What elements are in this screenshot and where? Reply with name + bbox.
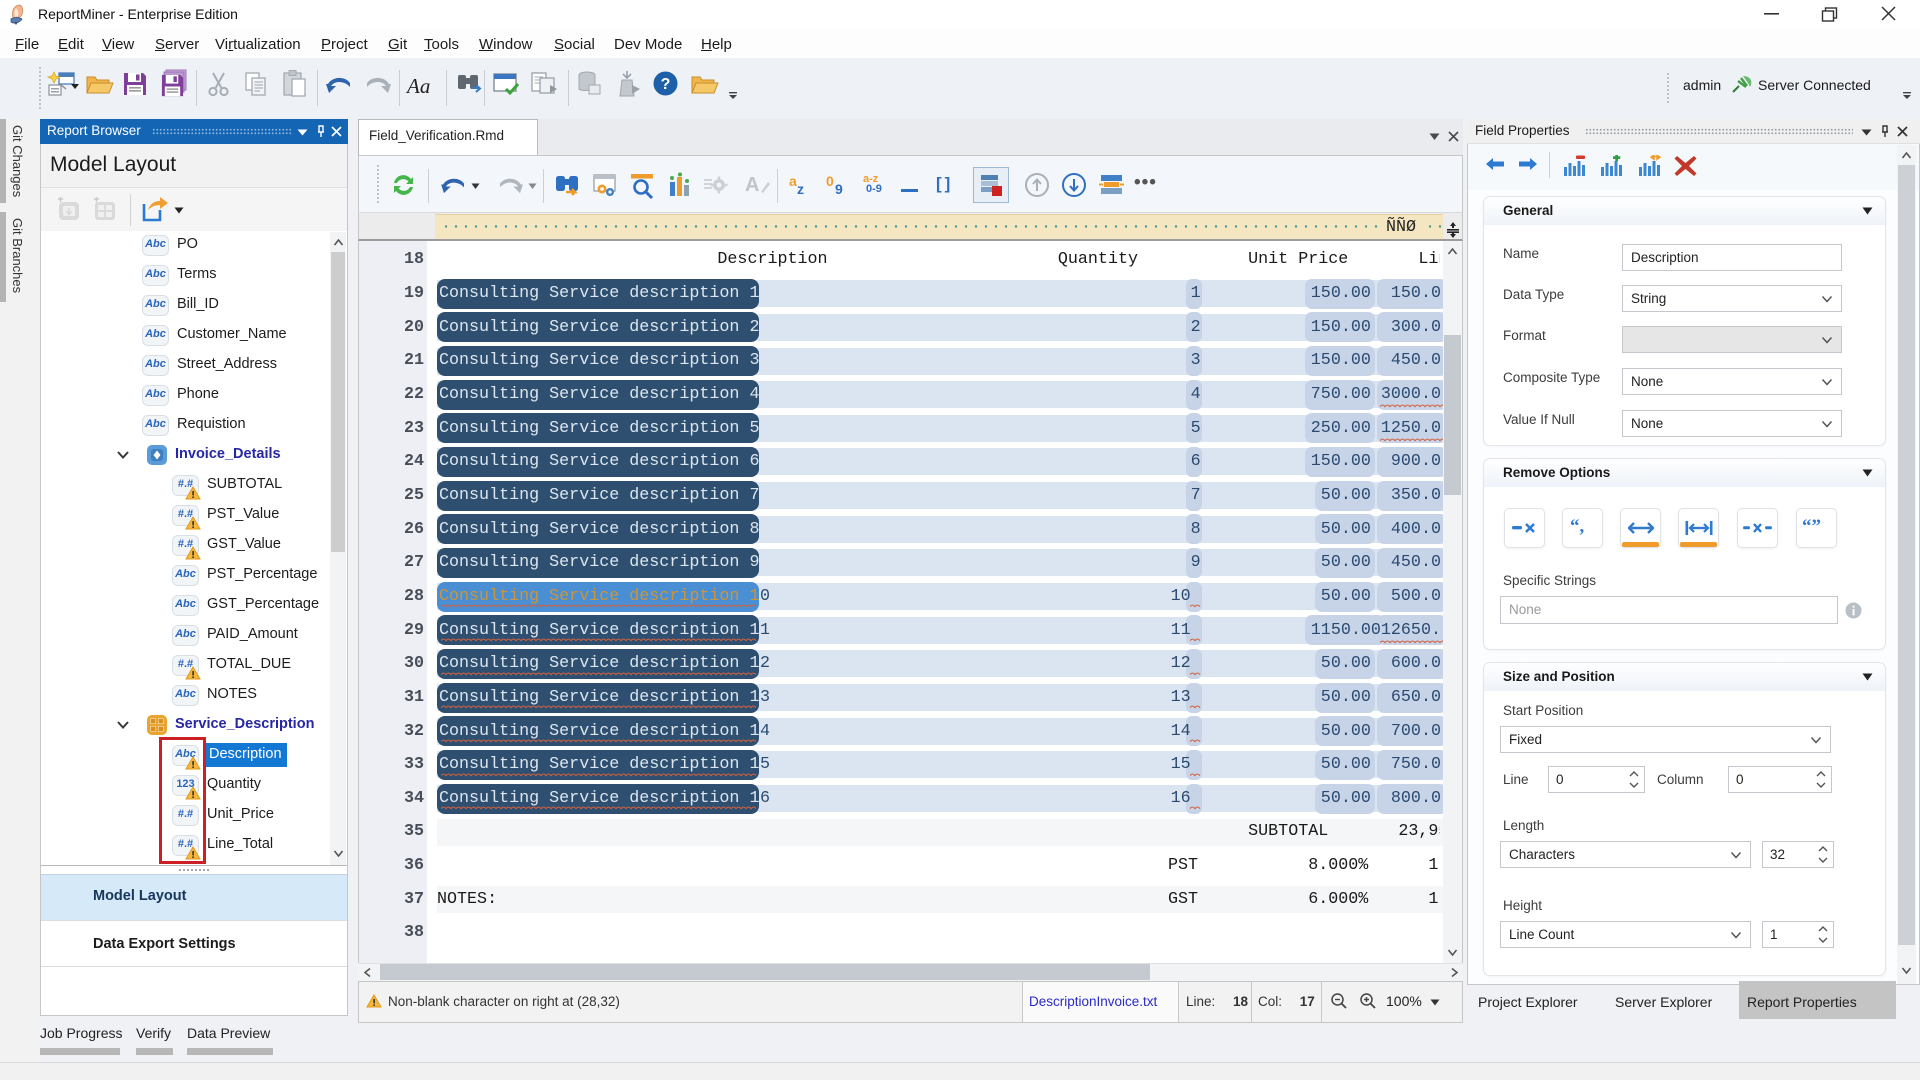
svg-text:?: ? [661,76,671,93]
